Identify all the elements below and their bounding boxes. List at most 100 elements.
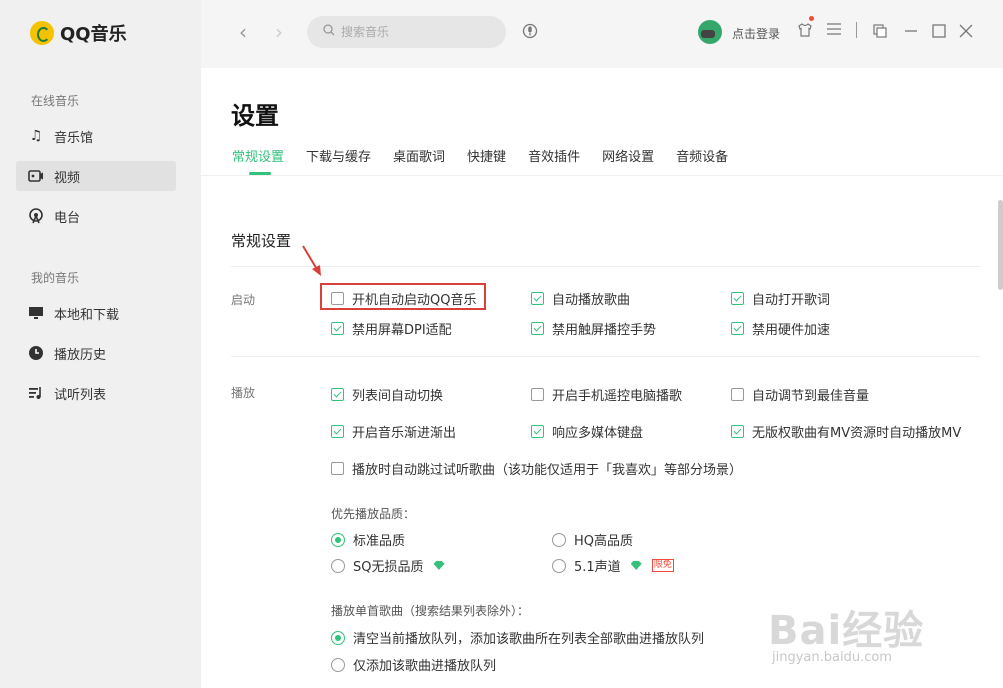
tab-desktop-lyrics[interactable]: 桌面歌词 bbox=[393, 146, 445, 175]
option-quality-51[interactable]: 5.1声道 限免 bbox=[552, 556, 674, 575]
option-phone-remote[interactable]: 开启手机遥控电脑播歌 bbox=[531, 385, 682, 404]
option-label: 标准品质 bbox=[353, 534, 406, 549]
option-quality-sq[interactable]: SQ无损品质 bbox=[331, 556, 445, 575]
tab-shortcuts[interactable]: 快捷键 bbox=[467, 146, 506, 175]
maximize-icon[interactable] bbox=[932, 24, 946, 42]
tab-general[interactable]: 常规设置 bbox=[232, 146, 284, 175]
playback-label: 播放 bbox=[231, 386, 256, 400]
option-label: 仅添加该歌曲进播放队列 bbox=[353, 659, 497, 674]
quality-label: 优先播放品质： bbox=[331, 507, 416, 521]
radio-button[interactable] bbox=[331, 532, 345, 547]
single-song-label: 播放单首歌曲（搜索结果列表除外）： bbox=[331, 604, 530, 618]
option-label: 禁用触屏播控手势 bbox=[552, 323, 657, 338]
radio-button[interactable] bbox=[331, 630, 345, 645]
checkbox[interactable] bbox=[331, 388, 344, 401]
close-icon[interactable] bbox=[959, 24, 973, 42]
music-note-icon: ♫ bbox=[29, 128, 43, 144]
radio-button[interactable] bbox=[331, 558, 345, 573]
option-media-keyboard[interactable]: 响应多媒体键盘 bbox=[531, 422, 643, 441]
qq-music-logo-icon bbox=[30, 21, 54, 45]
playlist-icon bbox=[28, 385, 44, 401]
checkbox[interactable] bbox=[331, 425, 344, 438]
search-box[interactable] bbox=[307, 16, 506, 48]
annotation-arrow-icon bbox=[302, 245, 321, 276]
checkbox[interactable] bbox=[531, 425, 544, 438]
option-label: 自动调节到最佳音量 bbox=[752, 389, 870, 404]
minimize-icon[interactable] bbox=[904, 24, 918, 42]
login-link[interactable]: 点击登录 bbox=[732, 25, 780, 42]
sidebar-item-music-hall[interactable]: ♫ 音乐馆 bbox=[16, 121, 176, 151]
option-label: 开启音乐渐进渐出 bbox=[352, 426, 457, 441]
search-icon bbox=[323, 24, 335, 40]
sidebar-item-label: 视频 bbox=[54, 170, 81, 186]
option-auto-volume[interactable]: 自动调节到最佳音量 bbox=[731, 385, 869, 404]
mini-mode-icon[interactable] bbox=[873, 24, 887, 42]
notification-dot bbox=[809, 16, 814, 21]
divider bbox=[231, 266, 980, 267]
option-auto-play[interactable]: 自动播放歌曲 bbox=[531, 289, 630, 308]
skin-shirt-icon[interactable] bbox=[797, 22, 813, 42]
settings-panel: 设置 常规设置 下载与缓存 桌面歌词 快捷键 音效插件 网络设置 音频设备 常规… bbox=[201, 68, 1003, 688]
top-bar: ‹ › 点击登录 bbox=[201, 0, 1003, 68]
checkbox[interactable] bbox=[731, 425, 744, 438]
option-label: SQ无损品质 bbox=[353, 560, 424, 575]
free-badge: 限免 bbox=[651, 559, 674, 572]
toolbar-divider bbox=[856, 22, 857, 38]
checkbox[interactable] bbox=[331, 462, 344, 475]
option-label: 5.1声道 bbox=[574, 560, 621, 575]
option-skip-trial[interactable]: 播放时自动跳过试听歌曲（该功能仅适用于「我喜欢」等部分场景） bbox=[331, 459, 742, 478]
tab-audio-device[interactable]: 音频设备 bbox=[676, 146, 728, 175]
radio-button[interactable] bbox=[552, 558, 566, 573]
voice-search-icon[interactable] bbox=[522, 22, 538, 44]
checkbox[interactable] bbox=[731, 388, 744, 401]
option-quality-hq[interactable]: HQ高品质 bbox=[552, 530, 633, 549]
option-auto-lyrics[interactable]: 自动打开歌词 bbox=[731, 289, 830, 308]
sidebar-item-radio[interactable]: 电台 bbox=[16, 201, 176, 231]
app-logo[interactable]: QQ音乐 bbox=[30, 20, 127, 46]
checkbox[interactable] bbox=[731, 292, 744, 305]
clock-icon bbox=[28, 345, 44, 361]
tab-download-cache[interactable]: 下载与缓存 bbox=[306, 146, 371, 175]
option-fade-in-out[interactable]: 开启音乐渐进渐出 bbox=[331, 422, 456, 441]
sidebar-item-video[interactable]: 视频 bbox=[16, 161, 176, 191]
tab-network[interactable]: 网络设置 bbox=[602, 146, 654, 175]
section-title: 常规设置 bbox=[231, 232, 292, 250]
forward-arrow-icon[interactable]: › bbox=[275, 20, 283, 44]
option-label: 禁用屏幕DPI适配 bbox=[352, 323, 452, 338]
sidebar-item-history[interactable]: 播放历史 bbox=[16, 338, 176, 368]
tab-audio-plugins[interactable]: 音效插件 bbox=[528, 146, 580, 175]
sidebar-item-trial-list[interactable]: 试听列表 bbox=[16, 378, 176, 408]
sidebar-item-label: 电台 bbox=[54, 210, 81, 226]
checkbox[interactable] bbox=[731, 322, 744, 335]
checkbox[interactable] bbox=[531, 292, 544, 305]
sidebar-item-label: 本地和下载 bbox=[54, 307, 120, 323]
checkbox[interactable] bbox=[531, 322, 544, 335]
vip-diamond-icon bbox=[433, 561, 445, 570]
video-icon bbox=[28, 168, 44, 184]
app-name: QQ音乐 bbox=[60, 24, 127, 45]
option-add-only[interactable]: 仅添加该歌曲进播放队列 bbox=[331, 655, 496, 674]
checkbox[interactable] bbox=[331, 322, 344, 335]
option-disable-dpi[interactable]: 禁用屏幕DPI适配 bbox=[331, 319, 452, 338]
option-quality-standard[interactable]: 标准品质 bbox=[331, 530, 405, 549]
option-auto-play-mv[interactable]: 无版权歌曲有MV资源时自动播放MV bbox=[731, 422, 961, 441]
avatar[interactable] bbox=[698, 20, 722, 44]
sidebar-section-online: 在线音乐 bbox=[31, 94, 80, 108]
checkbox[interactable] bbox=[531, 388, 544, 401]
option-label: 播放时自动跳过试听歌曲（该功能仅适用于「我喜欢」等部分场景） bbox=[352, 463, 743, 478]
radio-button[interactable] bbox=[331, 657, 345, 672]
scrollbar[interactable] bbox=[998, 200, 1003, 290]
option-replace-queue[interactable]: 清空当前播放队列，添加该歌曲所在列表全部歌曲进播放队列 bbox=[331, 628, 704, 647]
search-input[interactable] bbox=[341, 25, 481, 39]
sidebar-item-local-download[interactable]: 本地和下载 bbox=[16, 298, 176, 328]
settings-tabs: 常规设置 下载与缓存 桌面歌词 快捷键 音效插件 网络设置 音频设备 bbox=[232, 146, 750, 175]
option-list-auto-switch[interactable]: 列表间自动切换 bbox=[331, 385, 443, 404]
option-label: 开启手机遥控电脑播歌 bbox=[552, 389, 683, 404]
sidebar-section-my: 我的音乐 bbox=[31, 271, 80, 285]
radio-button[interactable] bbox=[552, 532, 566, 547]
menu-icon[interactable] bbox=[827, 23, 841, 39]
option-disable-touch[interactable]: 禁用触屏播控手势 bbox=[531, 319, 656, 338]
back-arrow-icon[interactable]: ‹ bbox=[239, 20, 247, 44]
option-disable-hw-accel[interactable]: 禁用硬件加速 bbox=[731, 319, 830, 338]
sidebar: QQ音乐 在线音乐 ♫ 音乐馆 视频 电台 我的音乐 本地和下载 播放历史 试听… bbox=[0, 0, 201, 688]
